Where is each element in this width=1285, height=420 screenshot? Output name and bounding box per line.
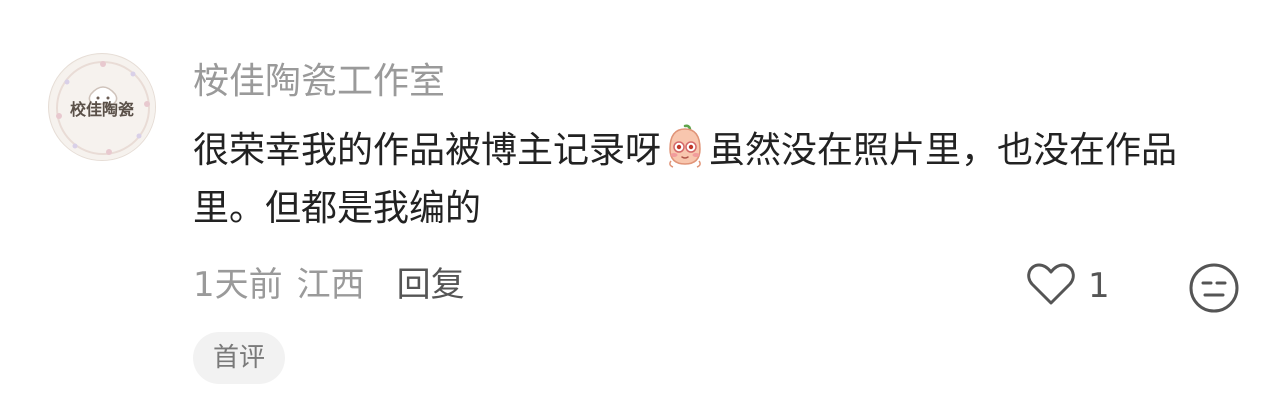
- timestamp: 1天前: [193, 265, 283, 305]
- comment-meta: 1天前 江西 回复: [193, 262, 465, 308]
- like-button[interactable]: 1: [1026, 262, 1110, 310]
- heart-icon: [1026, 262, 1076, 310]
- comment-item: 校佳陶瓷 桉佳陶瓷工作室 很荣幸我的作品被博主记录呀 虽然没在照片里，也没在作品…: [0, 0, 1285, 420]
- username[interactable]: 桉佳陶瓷工作室: [193, 58, 445, 106]
- avatar[interactable]: 校佳陶瓷: [48, 53, 156, 161]
- reply-button[interactable]: 回复: [397, 262, 465, 308]
- dislike-button[interactable]: [1188, 262, 1240, 314]
- comment-text: 很荣幸我的作品被博主记录呀 虽然没在照片里，也没在作品里。但都是我编的: [193, 122, 1223, 238]
- neutral-face-icon: [1188, 263, 1240, 318]
- comment-text-part-1: 很荣幸我的作品被博主记录呀: [193, 130, 662, 171]
- avatar-logo-text: 校佳陶瓷: [69, 100, 134, 119]
- ip-location: 江西: [296, 265, 365, 305]
- blushing-face-sticker-icon: [662, 123, 708, 169]
- first-comment-badge: 首评: [193, 332, 286, 384]
- like-count: 1: [1088, 266, 1110, 306]
